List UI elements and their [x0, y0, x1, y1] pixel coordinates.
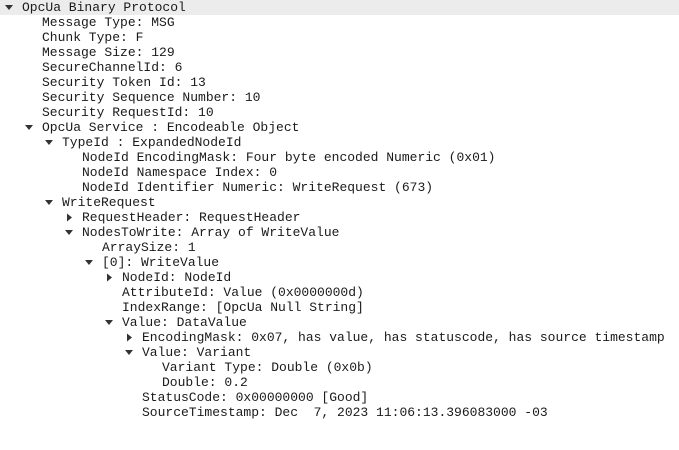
tree-row-double[interactable]: Double: 0.2: [0, 375, 679, 390]
chevron-down-icon[interactable]: [44, 135, 54, 150]
tree-row-label: NodeId: NodeId: [122, 270, 232, 285]
tree-row-nodeid-encoding-mask[interactable]: NodeId EncodingMask: Four byte encoded N…: [0, 150, 679, 165]
tree-row-message-size[interactable]: Message Size: 129: [0, 45, 679, 60]
tree-row-chunk-type[interactable]: Chunk Type: F: [0, 30, 679, 45]
chevron-down-icon[interactable]: [24, 120, 34, 135]
tree-row-encoding-mask[interactable]: EncodingMask: 0x07, has value, has statu…: [0, 330, 679, 345]
tree-row-label: TypeId : ExpandedNodeId: [62, 135, 242, 150]
tree-row-label: OpcUa Binary Protocol: [22, 0, 186, 15]
tree-row-label: Message Size: 129: [42, 45, 175, 60]
tree-row-attribute-id[interactable]: AttributeId: Value (0x0000000d): [0, 285, 679, 300]
tree-row-nodeid-identifier-numeric[interactable]: NodeId Identifier Numeric: WriteRequest …: [0, 180, 679, 195]
chevron-down-icon[interactable]: [84, 255, 94, 270]
tree-row-secure-channel-id[interactable]: SecureChannelId: 6: [0, 60, 679, 75]
tree-row-label: NodeId Identifier Numeric: WriteRequest …: [82, 180, 434, 195]
tree-row-label: Value: Variant: [142, 345, 252, 360]
tree-row-label: NodeId EncodingMask: Four byte encoded N…: [82, 150, 496, 165]
tree-row-value-variant[interactable]: Value: Variant: [0, 345, 679, 360]
tree-row-request-header[interactable]: RequestHeader: RequestHeader: [0, 210, 679, 225]
tree-row-label: Security Sequence Number: 10: [42, 90, 261, 105]
tree-row-write-value-0[interactable]: [0]: WriteValue: [0, 255, 679, 270]
tree-row-label: RequestHeader: RequestHeader: [82, 210, 301, 225]
chevron-right-icon[interactable]: [64, 210, 74, 225]
tree-row-label: Security Token Id: 13: [42, 75, 206, 90]
tree-row-opcua-service[interactable]: OpcUa Service : Encodeable Object: [0, 120, 679, 135]
tree-row-source-timestamp[interactable]: SourceTimestamp: Dec 7, 2023 11:06:13.39…: [0, 405, 679, 420]
chevron-down-icon[interactable]: [64, 225, 74, 240]
tree-row-label: Value: DataValue: [122, 315, 247, 330]
tree-row-label: WriteRequest: [62, 195, 156, 210]
tree-row-array-size[interactable]: ArraySize: 1: [0, 240, 679, 255]
tree-row-label: NodeId Namespace Index: 0: [82, 165, 278, 180]
tree-row-label: AttributeId: Value (0x0000000d): [122, 285, 364, 300]
tree-row-write-request[interactable]: WriteRequest: [0, 195, 679, 210]
tree-row-label: Message Type: MSG: [42, 15, 175, 30]
tree-row-variant-type[interactable]: Variant Type: Double (0x0b): [0, 360, 679, 375]
chevron-down-icon[interactable]: [104, 315, 114, 330]
tree-row-security-sequence-number[interactable]: Security Sequence Number: 10: [0, 90, 679, 105]
tree-row-label: IndexRange: [OpcUa Null String]: [122, 300, 364, 315]
tree-row-label: StatusCode: 0x00000000 [Good]: [142, 390, 369, 405]
tree-row-label: ArraySize: 1: [102, 240, 196, 255]
tree-row-index-range[interactable]: IndexRange: [OpcUa Null String]: [0, 300, 679, 315]
tree-row-message-type[interactable]: Message Type: MSG: [0, 15, 679, 30]
tree-row-security-request-id[interactable]: Security RequestId: 10: [0, 105, 679, 120]
tree-row-opcua-binary-protocol[interactable]: OpcUa Binary Protocol: [0, 0, 679, 15]
tree-row-security-token-id[interactable]: Security Token Id: 13: [0, 75, 679, 90]
chevron-down-icon[interactable]: [44, 195, 54, 210]
chevron-down-icon[interactable]: [4, 0, 14, 15]
tree-row-label: Variant Type: Double (0x0b): [162, 360, 373, 375]
tree-row-value-data-value[interactable]: Value: DataValue: [0, 315, 679, 330]
packet-details-tree: OpcUa Binary Protocol Message Type: MSG …: [0, 0, 679, 420]
tree-row-label: NodesToWrite: Array of WriteValue: [82, 225, 340, 240]
tree-row-nodeid-namespace-index[interactable]: NodeId Namespace Index: 0: [0, 165, 679, 180]
chevron-right-icon[interactable]: [124, 330, 134, 345]
tree-row-label: SecureChannelId: 6: [42, 60, 183, 75]
tree-row-status-code[interactable]: StatusCode: 0x00000000 [Good]: [0, 390, 679, 405]
chevron-down-icon[interactable]: [124, 345, 134, 360]
tree-row-label: Chunk Type: F: [42, 30, 144, 45]
tree-row-node-id[interactable]: NodeId: NodeId: [0, 270, 679, 285]
tree-row-label: Security RequestId: 10: [42, 105, 214, 120]
chevron-right-icon[interactable]: [104, 270, 114, 285]
tree-row-label: OpcUa Service : Encodeable Object: [42, 120, 300, 135]
tree-row-label: EncodingMask: 0x07, has value, has statu…: [142, 330, 665, 345]
tree-row-label: [0]: WriteValue: [102, 255, 220, 270]
tree-row-label: Double: 0.2: [162, 375, 248, 390]
tree-row-nodes-to-write[interactable]: NodesToWrite: Array of WriteValue: [0, 225, 679, 240]
tree-row-type-id[interactable]: TypeId : ExpandedNodeId: [0, 135, 679, 150]
tree-row-label: SourceTimestamp: Dec 7, 2023 11:06:13.39…: [142, 405, 548, 420]
